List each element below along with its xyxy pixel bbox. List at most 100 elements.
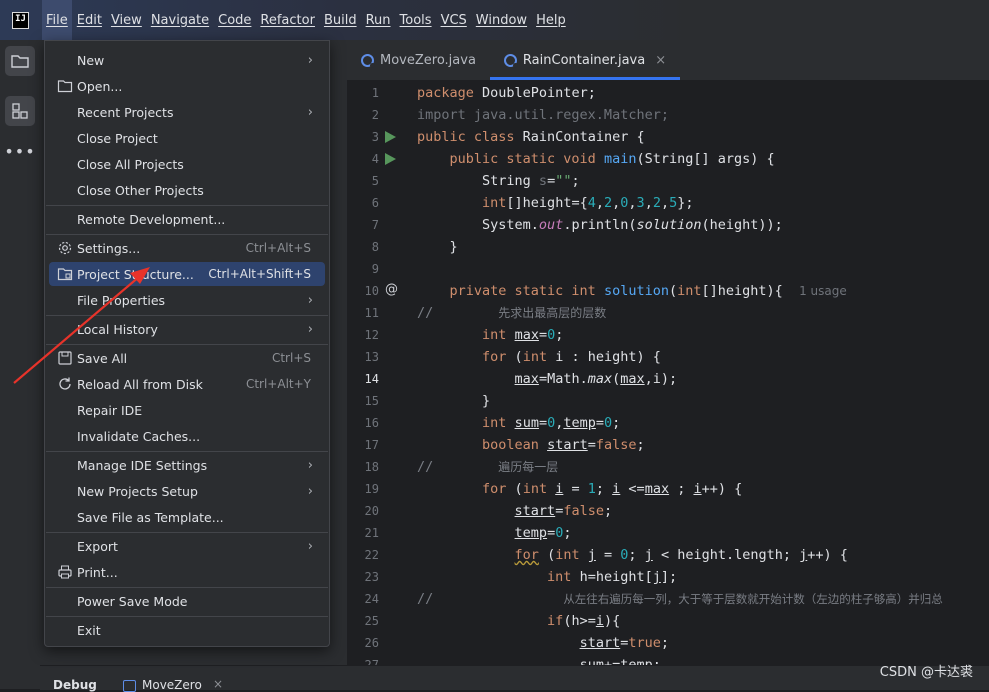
menu-item-local-history[interactable]: Local History › xyxy=(49,317,325,341)
shortcut: Ctrl+S xyxy=(271,351,311,365)
menu-item-label: Remote Development... xyxy=(77,211,226,227)
run-config-label[interactable]: MoveZero xyxy=(142,678,202,692)
code-line: private static int solution(int[]height)… xyxy=(449,283,847,299)
tab-movezero[interactable]: MoveZero.java xyxy=(347,40,490,80)
code-comment: 遍历每一层 xyxy=(498,460,559,474)
code-line: start=false; xyxy=(514,503,613,519)
menu-item-manage-ide-settings[interactable]: Manage IDE Settings › xyxy=(49,453,325,477)
code-line: int h=height[j]; xyxy=(547,569,678,585)
menu-item-label: Close Project xyxy=(77,130,158,146)
code-comment: 先求出最高层的层数 xyxy=(498,306,607,320)
menu-vcs[interactable]: VCS xyxy=(437,0,471,40)
menu-item-label: Manage IDE Settings xyxy=(77,457,208,473)
menu-edit[interactable]: Edit xyxy=(73,0,106,40)
menu-item-save-as-template[interactable]: Save File as Template... xyxy=(49,505,325,529)
chevron-right-icon: › xyxy=(307,483,313,499)
menu-item-repair-ide[interactable]: Repair IDE xyxy=(49,398,325,422)
line-number: 16 xyxy=(364,416,379,430)
code-comment: 从左往右遍历每一列，大于等于层数就开始计数（左边的柱子够高）并归总 xyxy=(563,592,943,606)
menu-navigate[interactable]: Navigate xyxy=(147,0,213,40)
menu-item-label: New xyxy=(77,52,105,68)
menu-separator xyxy=(46,587,328,588)
line-number: 11 xyxy=(364,306,379,320)
editor-tabs: MoveZero.java RainContainer.java × xyxy=(347,40,989,81)
line-number: 10 xyxy=(364,284,379,298)
project-tool-button[interactable] xyxy=(5,46,35,76)
menu-window[interactable]: Window xyxy=(472,0,531,40)
menu-refactor[interactable]: Refactor xyxy=(256,0,319,40)
tab-raincontainer[interactable]: RainContainer.java × xyxy=(489,40,681,80)
code-line: int sum=0,temp=0; xyxy=(482,415,621,431)
menu-item-label: Invalidate Caches... xyxy=(77,428,201,444)
menu-item-label: Recent Projects xyxy=(77,104,174,120)
code-line: } xyxy=(417,393,491,409)
java-class-icon xyxy=(361,53,375,68)
code-line: public class RainContainer { xyxy=(417,129,645,145)
run-gutter-icon[interactable] xyxy=(385,131,396,143)
project-structure-icon xyxy=(57,268,73,281)
menu-item-recent-projects[interactable]: Recent Projects › xyxy=(49,100,325,124)
folder-icon xyxy=(11,55,29,68)
menu-item-close-project[interactable]: Close Project xyxy=(49,126,325,150)
menu-help[interactable]: Help xyxy=(532,0,570,40)
menu-item-settings[interactable]: Settings... Ctrl+Alt+S xyxy=(49,236,325,260)
line-number: 22 xyxy=(364,548,379,562)
usage-hint[interactable]: 1 usage xyxy=(799,284,847,298)
menu-view[interactable]: View xyxy=(107,0,146,40)
menu-item-close-other-projects[interactable]: Close Other Projects xyxy=(49,178,325,202)
code-line: // 遍历每一层 xyxy=(417,459,559,475)
menu-item-print[interactable]: Print... xyxy=(49,560,325,584)
menu-item-label: Save All xyxy=(77,350,128,366)
debug-tab[interactable]: Debug xyxy=(53,678,97,692)
structure-icon xyxy=(12,103,28,119)
menu-item-export[interactable]: Export › xyxy=(49,534,325,558)
run-gutter-icon[interactable] xyxy=(385,153,396,165)
menu-item-label: Export xyxy=(77,538,118,554)
code-line: for (int i : height) { xyxy=(482,349,661,365)
chevron-right-icon: › xyxy=(307,457,313,473)
line-number: 1 xyxy=(371,86,379,100)
structure-tool-button[interactable] xyxy=(5,96,35,126)
menu-item-open[interactable]: Open... xyxy=(49,74,325,98)
menu-item-new-projects-setup[interactable]: New Projects Setup › xyxy=(49,479,325,503)
code-line: boolean start=false; xyxy=(482,437,645,453)
tool-window-strip: ••• xyxy=(0,40,41,689)
menu-item-label: Print... xyxy=(77,564,118,580)
more-tools-button[interactable]: ••• xyxy=(4,136,35,166)
menu-item-new[interactable]: New › xyxy=(49,48,325,72)
menu-separator xyxy=(46,532,328,533)
menu-item-invalidate-caches[interactable]: Invalidate Caches... xyxy=(49,424,325,448)
code-editor[interactable]: package DoublePointer; import java.util.… xyxy=(407,81,989,665)
code-line: // 从左往右遍历每一列，大于等于层数就开始计数（左边的柱子够高）并归总 xyxy=(417,591,943,607)
line-number: 13 xyxy=(364,350,379,364)
chevron-right-icon: › xyxy=(307,538,313,554)
menu-item-exit[interactable]: Exit xyxy=(49,618,325,642)
gear-icon xyxy=(58,241,72,255)
menu-item-label: Reload All from Disk xyxy=(77,376,203,392)
menu-item-save-all[interactable]: Save All Ctrl+S xyxy=(49,346,325,370)
menu-run[interactable]: Run xyxy=(362,0,395,40)
print-icon xyxy=(58,565,72,579)
menu-item-label: Close All Projects xyxy=(77,156,184,172)
menu-item-power-save-mode[interactable]: Power Save Mode xyxy=(49,589,325,613)
menu-code[interactable]: Code xyxy=(214,0,255,40)
line-number: 12 xyxy=(364,328,379,342)
line-number: 4 xyxy=(371,152,379,166)
close-icon[interactable]: × xyxy=(655,53,666,68)
line-number: 7 xyxy=(371,218,379,232)
intellij-logo-icon[interactable]: IJ xyxy=(12,11,29,29)
menu-item-reload-all[interactable]: Reload All from Disk Ctrl+Alt+Y xyxy=(49,372,325,396)
line-number: 2 xyxy=(371,108,379,122)
menu-file[interactable]: File xyxy=(42,0,72,40)
usage-at-icon[interactable]: @ xyxy=(385,282,398,297)
menu-item-remote-development[interactable]: Remote Development... xyxy=(49,207,325,231)
code-line: } xyxy=(417,239,458,255)
code-line: System.out.println(solution(height)); xyxy=(417,217,783,233)
menu-build[interactable]: Build xyxy=(320,0,361,40)
menu-tools[interactable]: Tools xyxy=(396,0,436,40)
menu-item-project-structure[interactable]: Project Structure... Ctrl+Alt+Shift+S xyxy=(49,262,325,286)
menu-item-label: File Properties xyxy=(77,292,166,308)
menu-item-file-properties[interactable]: File Properties › xyxy=(49,288,325,312)
menu-item-close-all-projects[interactable]: Close All Projects xyxy=(49,152,325,176)
tab-label: MoveZero.java xyxy=(380,52,476,68)
